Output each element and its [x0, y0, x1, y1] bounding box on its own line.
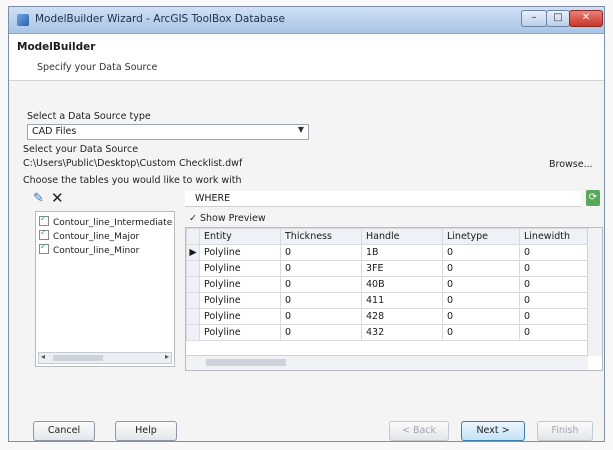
preview-grid: Entity Thickness Handle Linetype Linewid…: [185, 227, 603, 371]
finish-button[interactable]: Finish: [537, 421, 593, 441]
data-source-path: C:\Users\Public\Desktop\Custom Checklist…: [23, 158, 243, 169]
wizard-body: Select a Data Source type CAD Files ▼ Se…: [9, 81, 604, 441]
table-row[interactable]: Polyline 0 40B 0 0: [186, 276, 589, 293]
show-preview-toggle[interactable]: ✓ Show Preview: [189, 213, 266, 224]
table-row[interactable]: Polyline 0 432 0 0: [186, 324, 589, 341]
table-row[interactable]: Polyline 0 411 0 0: [186, 292, 589, 309]
data-source-label: Select your Data Source: [23, 144, 139, 155]
wizard-window: ModelBuilder Wizard - ArcGIS ToolBox Dat…: [8, 6, 605, 442]
column-header[interactable]: Entity: [199, 228, 281, 245]
back-button[interactable]: < Back: [389, 421, 449, 441]
grid-horizontal-scrollbar[interactable]: [186, 355, 588, 370]
scroll-thumb[interactable]: [206, 359, 286, 366]
app-icon: [17, 14, 29, 26]
grid-vertical-scrollbar[interactable]: [587, 228, 602, 356]
where-clause-text: WHERE: [195, 193, 231, 204]
header-title: ModelBuilder: [17, 41, 96, 53]
column-header[interactable]: Linetype: [442, 228, 520, 245]
checkbox-icon[interactable]: [39, 228, 49, 240]
source-type-dropdown[interactable]: CAD Files ▼: [27, 124, 309, 140]
title-bar: ModelBuilder Wizard - ArcGIS ToolBox Dat…: [9, 7, 604, 34]
browse-button[interactable]: Browse...: [549, 159, 593, 170]
wizard-header: ModelBuilder Specify your Data Source: [9, 34, 604, 81]
layer-item[interactable]: Contour_line_Minor: [39, 242, 139, 256]
where-clause-input[interactable]: WHERE: [185, 191, 581, 207]
chevron-down-icon: ▼: [297, 125, 304, 134]
cancel-button[interactable]: Cancel: [33, 421, 95, 441]
column-header[interactable]: Linewidth: [519, 228, 589, 245]
layers-label: Choose the tables you would like to work…: [23, 175, 242, 186]
checkbox-icon[interactable]: [39, 214, 49, 226]
next-button[interactable]: Next >: [461, 421, 525, 441]
source-type-value: CAD Files: [32, 126, 77, 137]
layer-item[interactable]: Contour_line_Intermediate: [39, 214, 172, 228]
minimize-button[interactable]: –: [521, 10, 547, 27]
table-row[interactable]: Polyline 0 3FE 0 0: [186, 260, 589, 277]
column-header[interactable]: Thickness: [280, 228, 362, 245]
layer-list: Contour_line_Intermediate Contour_line_M…: [35, 211, 175, 367]
chevron-left-icon[interactable]: ◂: [41, 352, 45, 361]
delete-icon[interactable]: ✕: [51, 189, 64, 207]
row-pointer-icon: ▶: [186, 244, 200, 261]
close-button[interactable]: ✕: [569, 10, 603, 27]
checkbox-icon[interactable]: [39, 242, 49, 254]
refresh-icon[interactable]: ⟳: [586, 190, 600, 206]
chevron-right-icon[interactable]: ▸: [165, 352, 169, 361]
layer-list-scrollbar[interactable]: ◂ ▸: [38, 352, 172, 364]
maximize-button[interactable]: □: [546, 10, 570, 27]
edit-icon[interactable]: ✎: [33, 191, 44, 206]
grid-header-row: Entity Thickness Handle Linetype Linewid…: [186, 228, 589, 245]
help-button[interactable]: Help: [115, 421, 177, 441]
window-title: ModelBuilder Wizard - ArcGIS ToolBox Dat…: [35, 13, 285, 25]
layer-item[interactable]: Contour_line_Major: [39, 228, 139, 242]
scroll-thumb[interactable]: [53, 355, 103, 361]
table-row[interactable]: ▶ Polyline 0 1B 0 0: [186, 244, 589, 261]
header-subtitle: Specify your Data Source: [37, 62, 158, 73]
table-row[interactable]: Polyline 0 428 0 0: [186, 308, 589, 325]
source-type-label: Select a Data Source type: [27, 111, 151, 122]
column-header[interactable]: Handle: [361, 228, 443, 245]
